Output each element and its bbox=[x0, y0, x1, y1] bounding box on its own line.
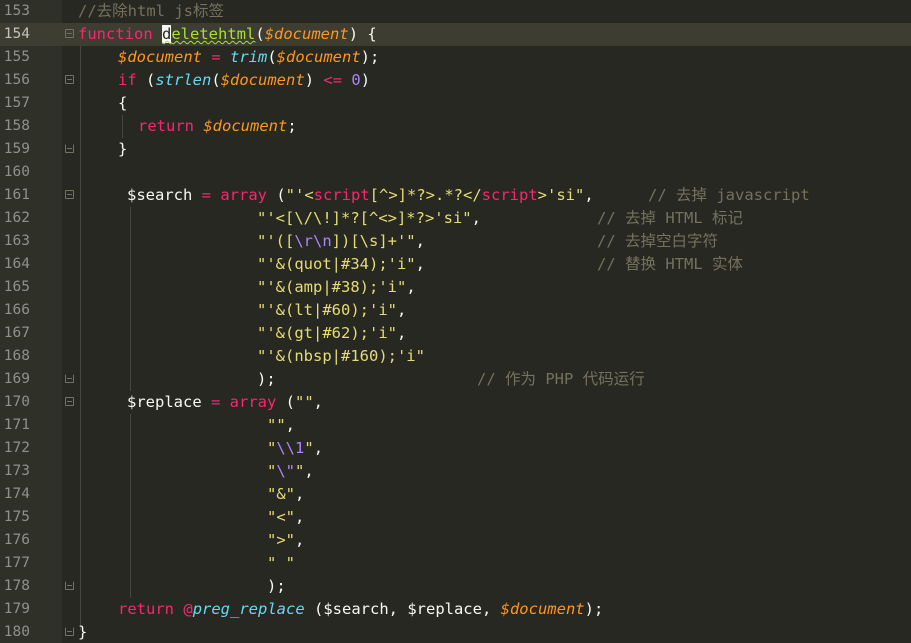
code-line[interactable]: 153 //去除html js标签 bbox=[0, 0, 911, 23]
line-number: 178 bbox=[3, 578, 30, 594]
line-number: 160 bbox=[3, 164, 30, 180]
line-number: 171 bbox=[3, 417, 30, 433]
code-editor[interactable]: 153 //去除html js标签 154 function deletehtm… bbox=[0, 0, 911, 643]
code-line[interactable]: 178 ); bbox=[0, 575, 911, 598]
line-number: 163 bbox=[3, 233, 30, 249]
code-comment: // 替换 HTML 实体 bbox=[597, 255, 743, 273]
fold-toggle-icon[interactable] bbox=[65, 397, 74, 406]
line-number: 168 bbox=[3, 348, 30, 364]
line-number: 167 bbox=[3, 325, 30, 341]
code-text: "\\1", bbox=[267, 439, 324, 457]
line-number: 157 bbox=[3, 95, 30, 111]
code-line[interactable]: 162 "'<[\/\!]*?[^<>]*?>'si", // 去掉 HTML … bbox=[0, 207, 911, 230]
code-line[interactable]: 172 "\\1", bbox=[0, 437, 911, 460]
code-text: "'&(lt|#60);'i", bbox=[257, 301, 407, 319]
code-line[interactable]: 160 bbox=[0, 161, 911, 184]
code-line[interactable]: 173 "\"", bbox=[0, 460, 911, 483]
line-number: 176 bbox=[3, 532, 30, 548]
line-number: 169 bbox=[3, 371, 30, 387]
code-comment: // 作为 PHP 代码运行 bbox=[477, 370, 645, 388]
fold-end-icon[interactable] bbox=[65, 374, 74, 383]
line-number: 164 bbox=[3, 256, 30, 272]
code-line[interactable]: 155 $document = trim($document); bbox=[0, 46, 911, 69]
code-line[interactable]: 164 "'&(quot|#34);'i", // 替换 HTML 实体 bbox=[0, 253, 911, 276]
code-text: "&", bbox=[267, 485, 305, 503]
code-text: return $document; bbox=[138, 117, 297, 135]
code-text: "'([\r\n])[\s]+'", bbox=[257, 232, 425, 250]
line-number: 180 bbox=[3, 624, 30, 640]
code-text: "'<[\/\!]*?[^<>]*?>'si", bbox=[257, 209, 481, 227]
code-comment: // 去掉 javascript bbox=[648, 186, 810, 204]
code-line[interactable]: 171 "", bbox=[0, 414, 911, 437]
code-text: $replace = array ("", bbox=[127, 393, 324, 411]
code-line[interactable]: 158 return $document; bbox=[0, 115, 911, 138]
line-number: 156 bbox=[3, 72, 30, 88]
code-text: } bbox=[118, 140, 128, 158]
fold-toggle-icon[interactable] bbox=[65, 29, 74, 38]
code-line[interactable]: 170 $replace = array ("", bbox=[0, 391, 911, 414]
code-text: "\"", bbox=[267, 462, 314, 480]
line-number: 154 bbox=[0, 23, 30, 46]
code-line[interactable]: 180 } bbox=[0, 621, 911, 643]
fold-toggle-icon[interactable] bbox=[65, 75, 74, 84]
code-text: } bbox=[78, 623, 88, 641]
line-number: 177 bbox=[3, 555, 30, 571]
line-number: 172 bbox=[3, 440, 30, 456]
line-number: 162 bbox=[3, 210, 30, 226]
code-comment: // 去掉空白字符 bbox=[597, 232, 718, 250]
code-line[interactable]: 161 $search = array ("'<script[^>]*?>.*?… bbox=[0, 184, 911, 207]
code-text: if (strlen($document) <= 0) bbox=[118, 71, 371, 89]
code-line[interactable]: 167 "'&(gt|#62);'i", bbox=[0, 322, 911, 345]
fold-toggle-icon[interactable] bbox=[65, 190, 74, 199]
code-text: "'&(gt|#62);'i", bbox=[257, 324, 407, 342]
code-text: $document = trim($document); bbox=[118, 48, 380, 66]
line-number: 174 bbox=[3, 486, 30, 502]
text-cursor: d bbox=[162, 25, 172, 43]
line-number: 158 bbox=[3, 118, 30, 134]
line-number: 155 bbox=[3, 49, 30, 65]
fold-end-icon[interactable] bbox=[65, 144, 74, 153]
code-line[interactable]: 179 return @preg_replace ($search, $repl… bbox=[0, 598, 911, 621]
code-text: { bbox=[118, 94, 128, 112]
code-line[interactable]: 174 "&", bbox=[0, 483, 911, 506]
code-line[interactable]: 166 "'&(lt|#60);'i", bbox=[0, 299, 911, 322]
code-line[interactable]: 165 "'&(amp|#38);'i", bbox=[0, 276, 911, 299]
code-line[interactable]: 159 } bbox=[0, 138, 911, 161]
line-number: 173 bbox=[3, 463, 30, 479]
code-text: ); bbox=[267, 577, 286, 595]
line-number: 179 bbox=[3, 601, 30, 617]
fold-end-icon[interactable] bbox=[65, 627, 74, 636]
code-text: " " bbox=[267, 554, 295, 572]
line-number: 175 bbox=[3, 509, 30, 525]
code-line[interactable]: 157 { bbox=[0, 92, 911, 115]
code-line[interactable]: 163 "'([\r\n])[\s]+'", // 去掉空白字符 bbox=[0, 230, 911, 253]
code-text: $search = array ("'<script[^>]*?>.*?</sc… bbox=[127, 186, 594, 204]
code-line[interactable]: 177 " " bbox=[0, 552, 911, 575]
code-comment: // 去掉 HTML 标记 bbox=[597, 209, 743, 227]
line-number: 159 bbox=[3, 141, 30, 157]
code-line[interactable]: 168 "'&(nbsp|#160);'i" bbox=[0, 345, 911, 368]
code-line-current[interactable]: 154 function deletehtml($document) { bbox=[0, 23, 911, 46]
line-number: 170 bbox=[3, 394, 30, 410]
line-number: 166 bbox=[3, 302, 30, 318]
line-number: 153 bbox=[3, 3, 30, 19]
line-number: 165 bbox=[3, 279, 30, 295]
code-text: "'&(amp|#38);'i", bbox=[257, 278, 416, 296]
code-text: ); bbox=[257, 370, 276, 388]
code-line[interactable]: 169 ); // 作为 PHP 代码运行 bbox=[0, 368, 911, 391]
code-line[interactable]: 175 "<", bbox=[0, 506, 911, 529]
code-line[interactable]: 156 if (strlen($document) <= 0) bbox=[0, 69, 911, 92]
code-text: return @preg_replace ($search, $replace,… bbox=[118, 600, 604, 618]
fold-end-icon[interactable] bbox=[65, 581, 74, 590]
line-number: 161 bbox=[3, 187, 30, 203]
code-text: //去除html js标签 bbox=[78, 2, 224, 20]
code-text: "'&(nbsp|#160);'i" bbox=[257, 347, 425, 365]
code-line[interactable]: 176 ">", bbox=[0, 529, 911, 552]
code-text: "", bbox=[267, 416, 296, 434]
code-text: ">", bbox=[267, 531, 305, 549]
code-text: "'&(quot|#34);'i", bbox=[257, 255, 425, 273]
code-text: function deletehtml($document) { bbox=[78, 25, 377, 43]
code-text: "<", bbox=[267, 508, 305, 526]
